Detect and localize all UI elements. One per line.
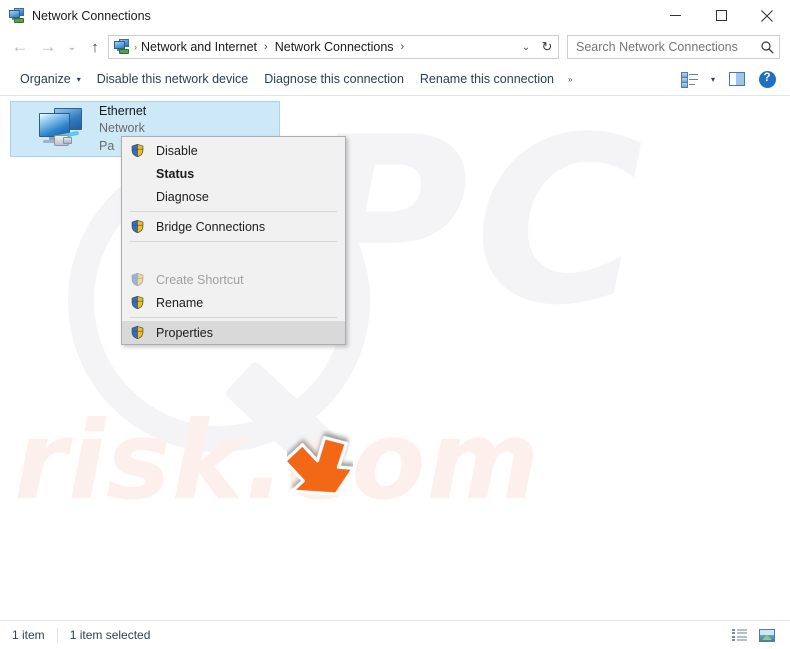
context-menu[interactable]: Disable Status Diagnose Bridge Connectio… [121, 136, 346, 345]
search-box[interactable] [567, 35, 780, 59]
context-menu-label: Status [156, 166, 195, 181]
details-view-icon [731, 629, 747, 641]
uac-shield-icon [130, 325, 156, 340]
window-title: Network Connections [32, 8, 151, 23]
address-bar-icon [114, 39, 130, 55]
back-button[interactable]: ← [6, 33, 34, 61]
address-bar[interactable]: › Network and Internet › Network Connect… [108, 35, 559, 59]
context-menu-label: Disable [156, 143, 198, 158]
context-menu-item-diagnose[interactable]: Diagnose [122, 185, 345, 208]
breadcrumb-separator-icon[interactable]: › [134, 42, 137, 52]
connection-name: Ethernet [99, 104, 147, 119]
context-menu-label: Properties [156, 325, 213, 340]
large-icons-view-icon [759, 628, 775, 642]
status-divider [56, 627, 58, 643]
context-menu-item-properties[interactable]: Properties [122, 321, 345, 344]
context-menu-item-rename[interactable]: Rename [122, 291, 345, 314]
refresh-icon[interactable]: ↻ [536, 36, 558, 58]
context-menu-item-disable[interactable]: Disable [122, 139, 345, 162]
breadcrumb-network-connections[interactable]: Network Connections [274, 40, 395, 54]
context-menu-separator-1 [130, 211, 337, 212]
breadcrumb-network-and-internet[interactable]: Network and Internet [140, 40, 258, 54]
network-connections-window: PC risk.com Network Connections ← → ⌄ ↑ [0, 0, 790, 649]
change-view-dropdown[interactable]: ▾ [704, 66, 722, 92]
up-button[interactable]: ↑ [82, 33, 108, 61]
uac-shield-icon [130, 295, 156, 310]
search-input[interactable] [568, 40, 755, 54]
overflow-chevron-icon[interactable]: » [562, 75, 586, 84]
status-selection: 1 item selected [69, 628, 151, 642]
help-icon: ? [758, 70, 776, 88]
minimize-button[interactable] [652, 0, 698, 31]
maximize-button[interactable] [698, 0, 744, 31]
ethernet-adapter-icon [37, 107, 89, 151]
details-view-button[interactable] [726, 624, 752, 646]
context-menu-label: Bridge Connections [156, 219, 266, 234]
window-icon [9, 7, 25, 24]
search-icon[interactable] [755, 40, 779, 54]
preview-pane-button[interactable] [722, 66, 752, 92]
rename-connection-button[interactable]: Rename this connection [412, 68, 562, 90]
uac-shield-icon [130, 143, 156, 158]
breadcrumb-separator-1[interactable]: › [264, 41, 268, 53]
close-button[interactable] [744, 0, 790, 31]
context-menu-item-bridge-connections[interactable]: Bridge Connections [122, 215, 345, 238]
uac-shield-icon [130, 272, 156, 287]
context-menu-label: Rename [156, 295, 204, 310]
context-menu-label: Create Shortcut [156, 272, 244, 287]
context-menu-label: Diagnose [156, 189, 209, 204]
recent-locations-icon[interactable]: ⌄ [62, 33, 82, 61]
status-item-count: 1 item [12, 628, 45, 642]
help-button[interactable]: ? [752, 66, 782, 92]
uac-shield-icon [130, 219, 156, 234]
preview-pane-icon [729, 72, 745, 86]
chevron-down-icon-view: ▾ [710, 74, 715, 84]
disable-network-device-button[interactable]: Disable this network device [89, 68, 256, 90]
cursor-pointer-icon [283, 430, 355, 512]
context-menu-item-status[interactable]: Status [122, 162, 345, 185]
large-icons-view-button[interactable] [754, 624, 780, 646]
change-view-button[interactable] [674, 66, 704, 92]
context-menu-separator-3 [130, 317, 337, 318]
forward-button[interactable]: → [34, 33, 62, 61]
title-bar: Network Connections [0, 0, 790, 31]
command-bar: Organize ▾ Disable this network device D… [0, 63, 790, 96]
organize-label: Organize [20, 72, 71, 86]
chevron-down-icon: ▾ [76, 74, 81, 84]
breadcrumb-separator-2[interactable]: › [401, 41, 405, 53]
context-menu-item-create-shortcut[interactable] [122, 245, 345, 268]
address-dropdown-icon[interactable]: ⌄ [516, 36, 536, 58]
change-view-icon [680, 71, 698, 88]
content-area[interactable]: Ethernet Network Pa Disable Status Diagn… [0, 96, 790, 619]
navigation-bar: ← → ⌄ ↑ › Network and Internet › Network… [0, 31, 790, 63]
status-bar: 1 item 1 item selected [0, 620, 790, 649]
context-menu-item-delete: Create Shortcut [122, 268, 345, 291]
diagnose-connection-button[interactable]: Diagnose this connection [256, 68, 412, 90]
context-menu-separator-2 [130, 241, 337, 242]
organize-button[interactable]: Organize ▾ [12, 68, 89, 90]
